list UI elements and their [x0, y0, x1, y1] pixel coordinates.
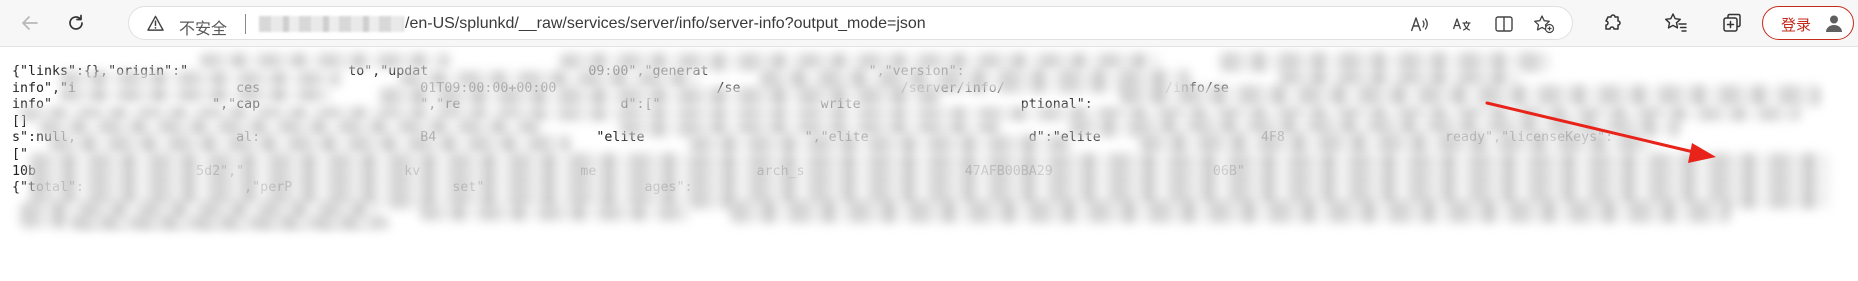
warning-icon[interactable] — [147, 15, 164, 32]
collections-button[interactable] — [1720, 11, 1744, 35]
redaction-block — [60, 87, 330, 103]
page-content: {"links":{},"origin":" to","updat 09:00"… — [0, 47, 1858, 281]
redaction-block — [1140, 133, 1650, 155]
reader-view-button[interactable] — [1493, 13, 1515, 35]
address-separator — [245, 14, 246, 34]
favorites-button[interactable] — [1664, 11, 1688, 35]
login-label: 登录 — [1781, 16, 1812, 34]
favorites-icon — [1665, 13, 1687, 32]
redaction-block — [200, 53, 450, 69]
add-favorite-icon — [1534, 15, 1555, 34]
redaction-block — [60, 71, 340, 87]
reader-view-icon — [1495, 16, 1513, 32]
collections-icon — [1723, 13, 1741, 32]
refresh-button[interactable] — [60, 7, 92, 39]
redaction-block — [70, 217, 390, 229]
refresh-icon — [69, 14, 83, 30]
read-aloud-icon — [1410, 17, 1428, 32]
redaction-block — [690, 135, 1070, 155]
redaction-block — [50, 135, 570, 155]
redaction-block — [1120, 85, 1820, 107]
translate-button[interactable] — [1451, 13, 1473, 35]
redacted-host — [259, 16, 404, 32]
url-path[interactable]: /en-US/splunkd/__raw/services/server/inf… — [405, 15, 926, 33]
redaction-block — [420, 205, 690, 221]
profile-icon — [1826, 15, 1842, 32]
extensions-icon — [1605, 14, 1621, 30]
login-button[interactable]: 登录 — [1762, 6, 1854, 40]
redaction-block — [380, 87, 940, 107]
security-status-label[interactable]: 不安全 — [179, 15, 227, 39]
translate-icon — [1452, 18, 1471, 31]
back-button[interactable] — [14, 7, 46, 39]
json-fragment: [" — [12, 146, 29, 162]
address-bar[interactable]: 不安全 /en-US/splunkd/__raw/services/server… — [128, 6, 1573, 40]
browser-toolbar: 不安全 /en-US/splunkd/__raw/services/server… — [0, 0, 1858, 47]
read-aloud-button[interactable] — [1409, 13, 1431, 35]
extensions-button[interactable] — [1601, 11, 1625, 35]
add-favorite-button[interactable] — [1533, 13, 1555, 35]
redaction-block — [730, 201, 1730, 223]
back-arrow-icon — [22, 16, 38, 30]
